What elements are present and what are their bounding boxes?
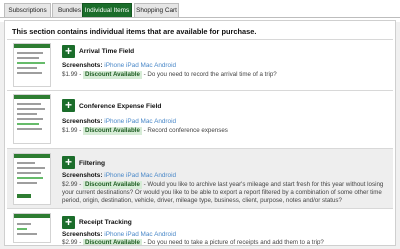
item-price: $1.99 [62,127,78,134]
plus-icon: + [64,155,72,169]
item-description: $2.99 - Discount Available - Would you l… [62,181,384,204]
screenshots-row: Screenshots: iPhone iPad Mac Android [62,118,176,125]
item-screenshot-thumbnail[interactable] [13,43,51,87]
add-to-cart-button[interactable]: + [62,216,75,229]
item-description: $2.99 - Discount Available - Do you need… [62,239,324,246]
link-android[interactable]: Android [154,172,176,179]
items-panel: This section contains individual items t… [4,20,396,246]
section-intro: This section contains individual items t… [12,27,257,36]
item-price: $2.99 [62,239,78,246]
link-iphone[interactable]: iPhone [104,231,124,238]
plus-icon: + [64,98,72,112]
screenshots-label: Screenshots: [62,62,103,69]
list-item: + Receipt Tracking Screenshots: iPhone i… [7,208,393,246]
item-description: $1.99 - Discount Available - Record conf… [62,127,228,135]
tab-subscriptions[interactable]: Subscriptions [4,3,51,17]
list-item: + Conference Expense Field Screenshots: … [7,90,393,148]
link-ipad[interactable]: iPad [126,118,139,125]
item-price: $1.99 [62,71,78,78]
screenshots-row: Screenshots: iPhone iPad Mac Android [62,62,176,69]
screenshots-label: Screenshots: [62,231,103,238]
link-ipad[interactable]: iPad [126,231,139,238]
add-to-cart-button[interactable]: + [62,45,75,58]
link-mac[interactable]: Mac [141,231,153,238]
tab-divider [0,17,400,18]
link-ipad[interactable]: iPad [126,172,139,179]
screenshots-row: Screenshots: iPhone iPad Mac Android [62,231,176,238]
add-to-cart-button[interactable]: + [62,99,75,112]
item-title: Arrival Time Field [79,48,135,55]
item-description-text: Do you need to record the arrival time o… [147,71,277,78]
item-description-text: Do you need to take a picture of receipt… [147,239,324,246]
link-android[interactable]: Android [154,62,176,69]
item-screenshot-thumbnail[interactable] [13,213,51,243]
link-ipad[interactable]: iPad [126,62,139,69]
add-to-cart-button[interactable]: + [62,156,75,169]
link-android[interactable]: Android [154,118,176,125]
tab-individual-items[interactable]: Individual Items [82,3,132,17]
tab-shopping-cart[interactable]: Shopping Cart [134,3,179,17]
screenshots-label: Screenshots: [62,118,103,125]
item-description-text: Record conference expenses [147,127,228,134]
item-price: $2.99 [62,181,78,188]
discount-badge: Discount Available [82,239,142,246]
plus-icon: + [64,215,72,229]
item-title: Receipt Tracking [79,219,132,226]
item-screenshot-thumbnail[interactable] [13,153,51,205]
link-iphone[interactable]: iPhone [104,172,124,179]
link-mac[interactable]: Mac [141,118,153,125]
discount-badge: Discount Available [82,127,142,135]
discount-badge: Discount Available [82,181,142,189]
link-iphone[interactable]: iPhone [104,118,124,125]
item-title: Filtering [79,160,106,167]
discount-badge: Discount Available [82,71,142,79]
list-item: + Arrival Time Field Screenshots: iPhone… [7,39,393,90]
item-title: Conference Expense Field [79,103,162,110]
link-mac[interactable]: Mac [141,62,153,69]
item-screenshot-thumbnail[interactable] [13,94,51,144]
item-description: $1.99 - Discount Available - Do you need… [62,71,277,79]
link-iphone[interactable]: iPhone [104,62,124,69]
screenshots-label: Screenshots: [62,172,103,179]
tab-bar: Subscriptions Bundles Individual Items S… [0,0,400,22]
link-mac[interactable]: Mac [141,172,153,179]
list-item: + Filtering Screenshots: iPhone iPad Mac… [7,148,393,208]
link-android[interactable]: Android [154,231,176,238]
screenshots-row: Screenshots: iPhone iPad Mac Android [62,172,176,179]
plus-icon: + [64,44,72,58]
